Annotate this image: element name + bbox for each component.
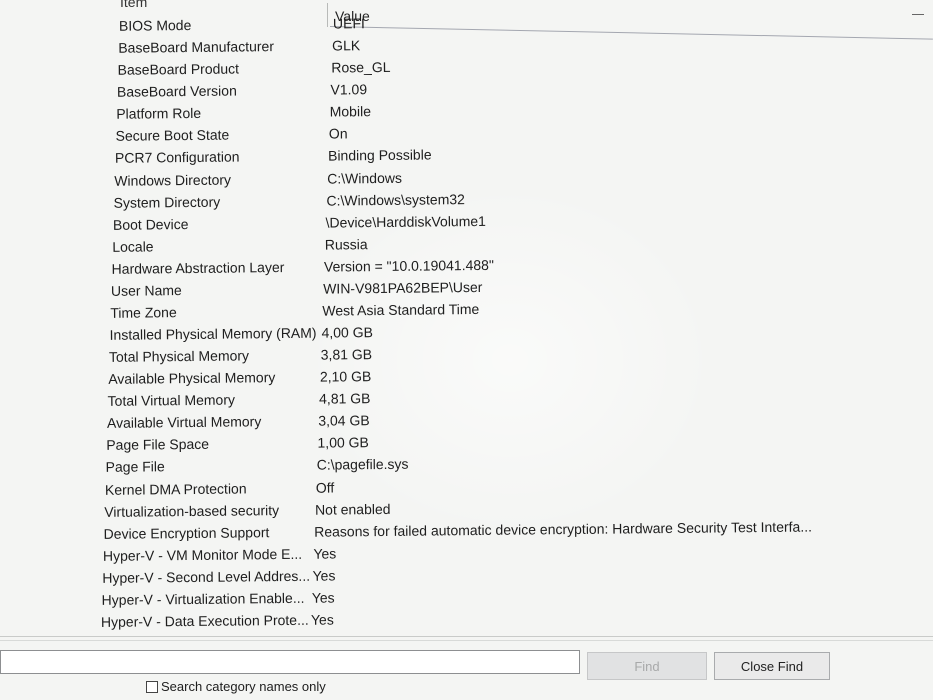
row-item-label: Device Encryption Support — [103, 523, 270, 542]
row-item-label: User Name — [110, 281, 182, 299]
row-item-label: BaseBoard Product — [117, 60, 240, 78]
row-item-label: Hyper-V - VM Monitor Mode E... — [102, 545, 303, 564]
row-value: 3,81 GB — [320, 346, 373, 363]
row-value: C:\Windows\system32 — [326, 190, 465, 209]
row-item-label: Windows Directory — [114, 171, 232, 189]
row-value: 1,00 GB — [317, 434, 369, 452]
row-item-label: Available Physical Memory — [108, 369, 276, 388]
row-value: WIN-V981PA62BEP\User — [323, 278, 483, 297]
row-item-label: Installed Physical Memory (RAM) — [109, 324, 317, 343]
checkbox[interactable] — [146, 680, 158, 693]
row-item-label: Available Virtual Memory — [106, 413, 262, 432]
row-item-label: BaseBoard Version — [116, 82, 237, 100]
row-value: 4,81 GB — [319, 390, 371, 407]
row-item-label: Secure Boot State — [115, 126, 230, 145]
row-item-label: Kernel DMA Protection — [104, 479, 247, 498]
row-value: C:\pagefile.sys — [316, 456, 409, 474]
row-value: Russia — [324, 235, 368, 253]
row-value: Off — [315, 479, 335, 496]
row-item-label: PCR7 Configuration — [114, 148, 240, 167]
row-item-label: Hyper-V - Virtualization Enable... — [101, 589, 305, 608]
search-category-names-option[interactable]: Search category names only — [146, 679, 326, 694]
row-value: Yes — [312, 567, 336, 584]
row-value: Yes — [313, 545, 337, 562]
row-value: 4,00 GB — [321, 324, 373, 341]
checkbox-label: Search category names only — [161, 679, 326, 694]
row-value: On — [328, 125, 348, 142]
row-value: UEFI — [332, 15, 365, 32]
column-header-item[interactable]: Item — [120, 0, 147, 10]
row-item-label: System Directory — [113, 193, 221, 211]
row-value: V1.09 — [330, 81, 368, 98]
divider — [0, 636, 933, 637]
row-value: 2,10 GB — [319, 368, 372, 385]
row-item-label: Platform Role — [116, 105, 202, 123]
row-item-label: Page File Space — [106, 436, 210, 454]
row-item-label: Page File — [105, 458, 165, 476]
row-value: Not enabled — [314, 500, 391, 518]
row-value: West Asia Standard Time — [322, 300, 480, 319]
row-item-label: Time Zone — [110, 304, 177, 321]
divider — [0, 640, 933, 641]
close-find-button[interactable]: Close Find — [714, 652, 830, 680]
row-value: \Device\HarddiskVolume1 — [325, 212, 486, 231]
row-value: Rose_GL — [331, 59, 391, 76]
row-value: GLK — [332, 37, 361, 54]
row-value: C:\Windows — [327, 169, 402, 187]
row-value: 3,04 GB — [318, 412, 370, 429]
row-item-label: Hyper-V - Second Level Addres... — [102, 567, 311, 586]
row-item-label: Total Virtual Memory — [107, 391, 236, 410]
row-value: Version = "10.0.19041.488" — [323, 256, 494, 275]
find-button[interactable]: Find — [587, 652, 707, 680]
row-value: Yes — [310, 611, 334, 628]
row-item-label: Locale — [112, 238, 154, 255]
row-value: Yes — [311, 589, 335, 606]
row-item-label: BaseBoard Manufacturer — [118, 38, 275, 56]
row-item-label: Total Physical Memory — [108, 347, 250, 365]
row-item-label: Virtualization-based security — [104, 501, 280, 520]
row-item-label: Boot Device — [112, 215, 189, 233]
row-item-label: Hyper-V - Data Execution Prote... — [100, 611, 309, 630]
row-value: Binding Possible — [327, 146, 432, 165]
row-value: Mobile — [329, 103, 372, 120]
find-what-input[interactable] — [0, 650, 580, 674]
row-item-label: Hardware Abstraction Layer — [111, 258, 285, 277]
row-item-label: BIOS Mode — [118, 16, 192, 34]
